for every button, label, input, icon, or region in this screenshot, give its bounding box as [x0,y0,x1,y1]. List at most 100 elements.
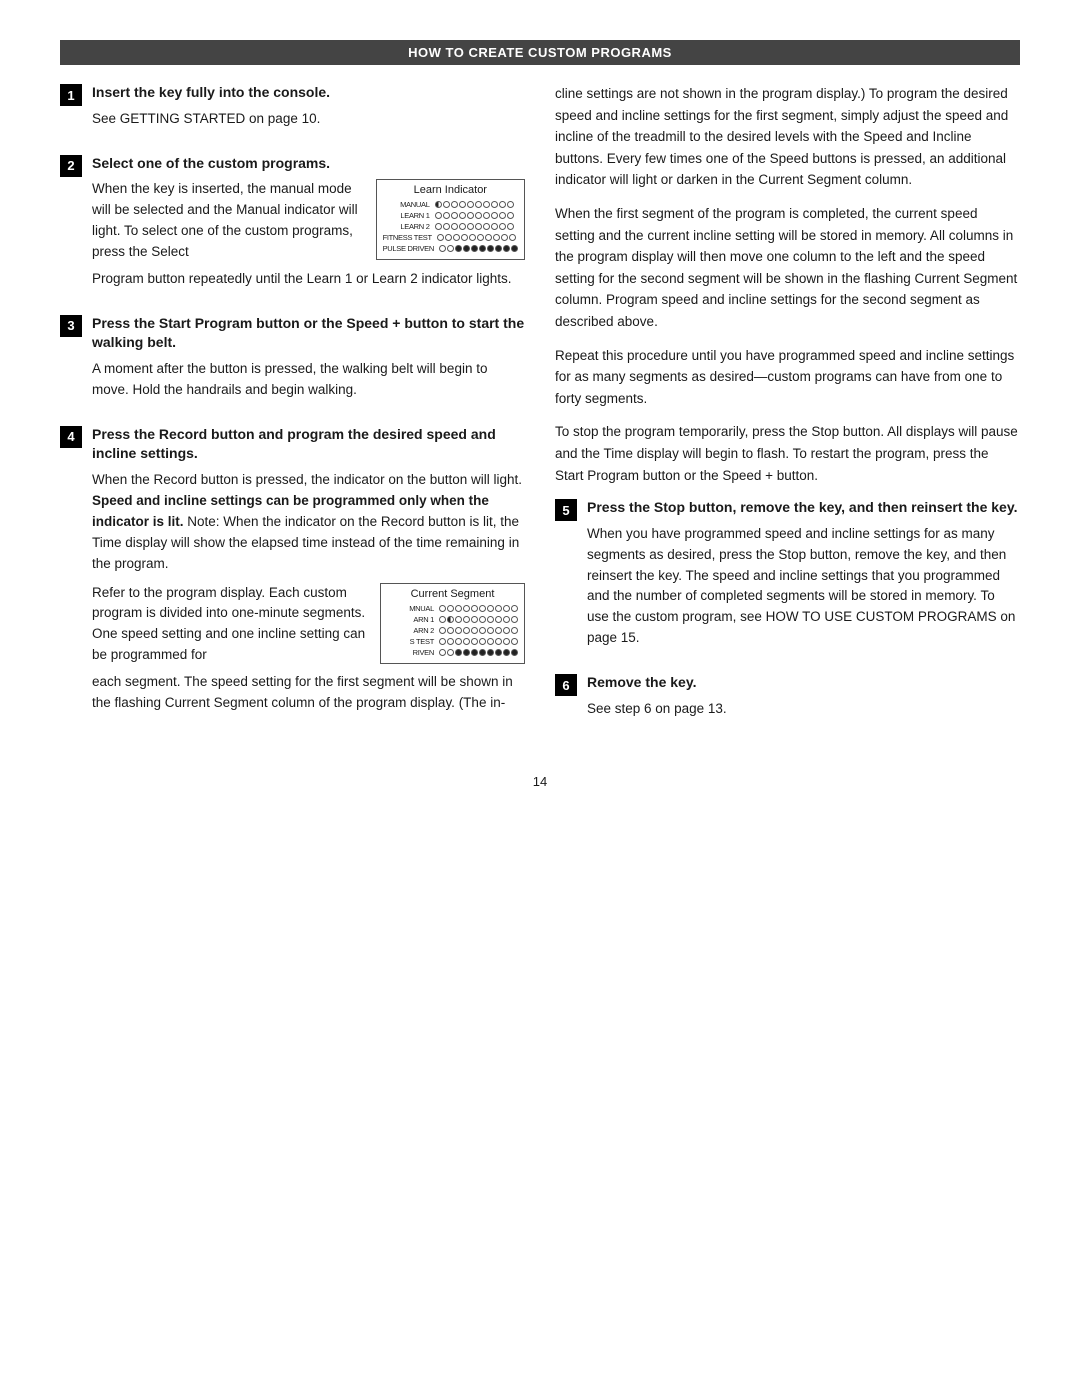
cs-label-3: ARN 2 [387,626,437,635]
dot [471,649,478,656]
dot [443,212,450,219]
dot [447,627,454,634]
step-5-number: 5 [555,499,577,521]
dot [487,627,494,634]
cs-label-5: RIVEN [387,648,437,657]
step-5-title: Press the Stop button, remove the key, a… [587,498,1020,518]
step-2-inline-text: When the key is inserted, the manual mod… [92,179,366,263]
right-column: cline settings are not shown in the prog… [555,83,1020,744]
dot [483,223,490,230]
dot [439,627,446,634]
dot [511,649,518,656]
step-6-number: 6 [555,674,577,696]
dot [479,649,486,656]
dot [435,201,442,208]
dot [455,605,462,612]
dot [483,201,490,208]
step-1: 1 Insert the key fully into the console.… [60,83,525,138]
step-4-inline-text: Refer to the program display. Each custo… [92,583,370,667]
dot [435,223,442,230]
step-4-content: Press the Record button and program the … [92,425,525,722]
step-4-body-1: When the Record button is pressed, the i… [92,470,525,575]
dot [439,649,446,656]
right-para-4: To stop the program temporarily, press t… [555,421,1020,486]
dot [503,649,510,656]
dot [461,234,468,241]
diagram-label-learn1: LEARN 1 [383,211,433,220]
dot [475,201,482,208]
dot [445,234,452,241]
page-container: HOW TO CREATE CUSTOM PROGRAMS 1 Insert t… [60,40,1020,789]
dot [439,605,446,612]
dot [451,223,458,230]
step-3-body: A moment after the button is pressed, th… [92,359,525,401]
dot [435,212,442,219]
step-2-title: Select one of the custom programs. [92,154,525,174]
dot [463,627,470,634]
dot [463,649,470,656]
step-2-content: Select one of the custom programs. When … [92,154,525,298]
dot [455,638,462,645]
diagram-label-learn2: LEARN 2 [383,222,433,231]
dot [447,638,454,645]
dot [479,616,486,623]
step-5-body: When you have programmed speed and incli… [587,524,1020,650]
dot [485,234,492,241]
dot [487,245,494,252]
dot [439,638,446,645]
step-4-number: 4 [60,426,82,448]
dot [443,223,450,230]
learn-indicator-title: Learn Indicator [383,184,518,196]
dot [495,638,502,645]
step-3: 3 Press the Start Program button or the … [60,314,525,409]
dot [487,649,494,656]
cs-label-1: MNUAL [387,604,437,613]
dot [511,638,518,645]
cs-dots-1 [439,605,518,612]
step-2-inline-diagram: When the key is inserted, the manual mod… [92,179,525,263]
dot [471,605,478,612]
diagram-row-fitness: FITNESS TEST [383,233,518,242]
step-6: 6 Remove the key. See step 6 on page 13. [555,673,1020,728]
dot [463,616,470,623]
dot [503,616,510,623]
dots-learn2 [435,223,514,230]
dot [469,234,476,241]
dot [503,605,510,612]
step-4-title: Press the Record button and program the … [92,425,525,464]
dot [447,605,454,612]
cs-row-1: MNUAL [387,604,518,613]
dot [503,627,510,634]
dot [507,223,514,230]
dot [479,627,486,634]
right-para-3: Repeat this procedure until you have pro… [555,345,1020,410]
dot [471,616,478,623]
dot [467,212,474,219]
diagram-label-manual: MANUAL [383,200,433,209]
dot [487,638,494,645]
dots-pulse [439,245,518,252]
dot [447,245,454,252]
dot [447,616,454,623]
cs-dots-3 [439,627,518,634]
diagram-row-learn1: LEARN 1 [383,211,518,220]
dot [471,638,478,645]
dot [491,201,498,208]
dot [479,638,486,645]
dot [447,649,454,656]
dot [487,616,494,623]
dot [511,245,518,252]
dots-manual [435,201,514,208]
dot [491,212,498,219]
step-1-content: Insert the key fully into the console. S… [92,83,525,138]
step-3-title: Press the Start Program button or the Sp… [92,314,525,353]
step-6-title: Remove the key. [587,673,1020,693]
step-4-inline-text-1: Refer to the program display. Each custo… [92,585,365,663]
two-column-layout: 1 Insert the key fully into the console.… [60,83,1020,744]
diagram-label-pulse: PULSE DRIVEN [383,244,437,253]
dot [463,605,470,612]
dot [471,245,478,252]
dot [491,223,498,230]
cs-dots-2 [439,616,518,623]
dot [495,649,502,656]
